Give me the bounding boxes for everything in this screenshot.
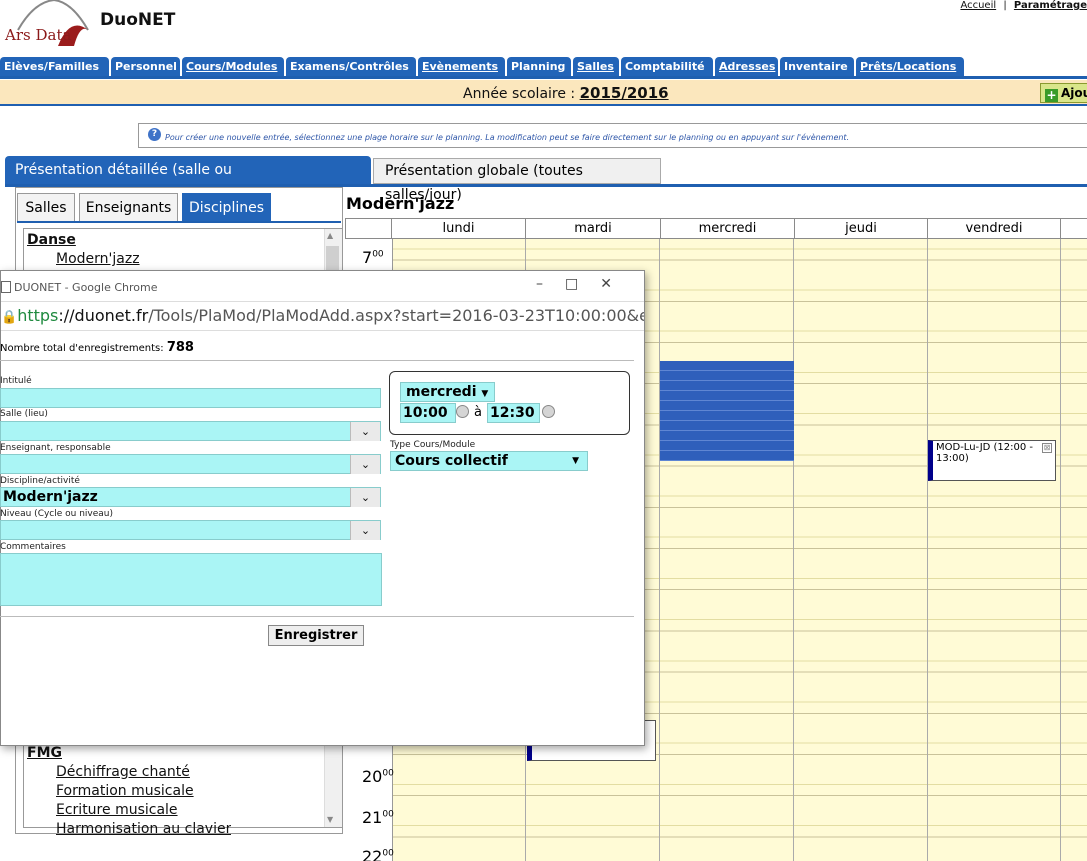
lock-icon: 🔒 — [1, 310, 18, 325]
scroll-down-icon[interactable]: ▼ — [327, 815, 333, 824]
calendar-event[interactable]: MOD-Lu-JD (12:00 - 13:00) ⊠ — [928, 440, 1056, 481]
school-year-label: Année scolaire : — [463, 86, 576, 102]
day-header-mardi: mardi — [525, 218, 661, 239]
list-group-danse[interactable]: Danse — [27, 232, 76, 248]
tab-comptabilite[interactable]: Comptabilité — [621, 57, 713, 76]
clock-icon[interactable] — [542, 405, 555, 418]
calendar-header: lundi mardi mercredi jeudi vendredi — [345, 218, 1087, 239]
list-group-fmg[interactable]: FMG — [27, 745, 62, 761]
day-select[interactable]: mercredi ▼ — [400, 382, 495, 402]
tab-global-view[interactable]: Présentation globale (toutes salles/jour… — [373, 158, 661, 203]
list-item-formation-musicale[interactable]: Formation musicale — [56, 783, 194, 799]
school-year-value[interactable]: 2015/2016 — [580, 84, 669, 102]
list-item-dechiffrage-chante[interactable]: Déchiffrage chanté — [56, 764, 190, 780]
plus-icon: + — [1045, 88, 1058, 102]
side-tab-enseignants[interactable]: Enseignants — [79, 193, 178, 221]
top-links: Accueil | Paramétrage — [960, 0, 1087, 11]
label-niveau: Niveau (Cycle ou niveau) — [0, 509, 114, 519]
app-title: DuoNET — [100, 10, 176, 30]
label-enseignant: Enseignant, responsable — [0, 443, 111, 453]
start-time-input[interactable]: 10:00 — [400, 403, 456, 423]
day-header-jeudi: jeudi — [794, 218, 928, 239]
salle-select[interactable]: ⌄ — [0, 421, 381, 441]
enseignant-select[interactable]: ⌄ — [0, 454, 381, 474]
type-select[interactable]: Cours collectif ▼ — [390, 451, 588, 471]
chevron-down-icon[interactable]: ⌄ — [350, 488, 380, 507]
tab-planning[interactable]: Planning — [507, 57, 571, 76]
list-item-ecriture-musicale[interactable]: Ecriture musicale — [56, 802, 178, 818]
popup-divider — [0, 360, 634, 361]
total-records: Nombre total d'enregistrements: 788 — [0, 340, 194, 355]
end-time-input[interactable]: 12:30 — [487, 403, 540, 423]
day-column-mercredi[interactable] — [660, 239, 794, 861]
tab-examens-controles[interactable]: Examens/Contrôles — [286, 57, 416, 76]
tab-inventaire[interactable]: Inventaire — [780, 57, 854, 76]
total-records-value: 788 — [166, 340, 194, 355]
school-year: Année scolaire : 2015/2016 — [463, 84, 669, 102]
main-nav: Elèves/Familles Personnel Cours/Modules … — [0, 57, 1087, 77]
day-header-mercredi: mercredi — [660, 218, 795, 239]
label-type: Type Cours/Module — [390, 440, 476, 450]
tab-detailed-view[interactable]: Présentation détaillée (salle ou enseign… — [5, 156, 371, 206]
calendar-title: Modern'jazz — [346, 194, 455, 213]
day-header-vendredi: vendredi — [927, 218, 1061, 239]
day-header-extra — [1060, 218, 1087, 239]
close-icon[interactable]: ⊠ — [1042, 443, 1052, 453]
label-intitule: Intitulé — [0, 376, 32, 386]
side-tabs-underline — [17, 221, 341, 223]
hour-label: 2100 — [362, 808, 394, 827]
time-separator: à — [474, 405, 482, 420]
selected-time-slot[interactable] — [660, 361, 794, 461]
day-column-jeudi[interactable] — [794, 239, 928, 861]
tab-cours-modules[interactable]: Cours/Modules — [182, 57, 284, 76]
link-separator: | — [1003, 0, 1007, 11]
dropdown-arrow-icon: ▼ — [572, 456, 579, 466]
chevron-down-icon[interactable]: ⌄ — [350, 455, 380, 474]
time-header — [345, 218, 392, 239]
tab-prets-locations[interactable]: Prêts/Locations — [856, 57, 964, 76]
save-button[interactable]: Enregistrer — [268, 625, 364, 646]
niveau-select[interactable]: ⌄ — [0, 520, 381, 540]
tab-adresses[interactable]: Adresses — [715, 57, 778, 76]
tab-evenements[interactable]: Evènements — [418, 57, 505, 76]
commentaires-textarea[interactable] — [0, 553, 382, 606]
clock-icon[interactable] — [456, 405, 469, 418]
side-tab-salles[interactable]: Salles — [17, 193, 75, 221]
intitule-input[interactable] — [0, 388, 381, 408]
hour-label: 2200 — [362, 847, 394, 861]
day-header-lundi: lundi — [391, 218, 526, 239]
info-text: Pour créer une nouvelle entrée, sélectio… — [165, 133, 850, 142]
side-tab-disciplines[interactable]: Disciplines — [182, 193, 271, 221]
hour-label: 2000 — [362, 767, 394, 786]
add-button[interactable]: + Ajou — [1040, 83, 1087, 103]
tab-personnel[interactable]: Personnel — [111, 57, 180, 76]
popup-divider — [0, 616, 634, 617]
popup-window-title: DUONET - Google Chrome — [14, 281, 158, 294]
info-icon: ? — [148, 128, 161, 141]
tab-salles[interactable]: Salles — [573, 57, 619, 76]
day-column-extra[interactable] — [1061, 239, 1087, 861]
hour-label: 700 — [362, 248, 384, 267]
list-item-modern-jazz[interactable]: Modern'jazz — [56, 251, 140, 267]
day-column-vendredi[interactable] — [928, 239, 1061, 861]
label-commentaires: Commentaires — [0, 542, 66, 552]
link-accueil[interactable]: Accueil — [960, 0, 996, 11]
link-parametrage[interactable]: Paramétrage — [1014, 0, 1087, 11]
label-discipline: Discipline/activité — [0, 476, 80, 486]
logo-text: Ars Data — [5, 26, 72, 44]
window-controls[interactable]: –□✕ — [536, 276, 634, 292]
label-salle: Salle (lieu) — [0, 409, 48, 419]
add-button-label: Ajou — [1061, 86, 1087, 100]
dropdown-arrow-icon: ▼ — [481, 389, 489, 399]
chevron-down-icon[interactable]: ⌄ — [350, 521, 380, 540]
page-icon — [1, 281, 11, 293]
event-label: MOD-Lu-JD (12:00 - 13:00) — [936, 442, 1034, 464]
tab-eleves-familles[interactable]: Elèves/Familles — [0, 57, 109, 76]
scroll-up-icon[interactable]: ▲ — [327, 231, 333, 240]
discipline-select[interactable]: Modern'jazz ⌄ — [0, 487, 381, 507]
nav-underline — [0, 76, 1087, 79]
chevron-down-icon[interactable]: ⌄ — [350, 422, 380, 441]
list-item-harmonisation[interactable]: Harmonisation au clavier — [56, 821, 231, 835]
popup-url-bar[interactable]: 🔒https://duonet.fr/Tools/PlaMod/PlaModAd… — [1, 301, 644, 331]
